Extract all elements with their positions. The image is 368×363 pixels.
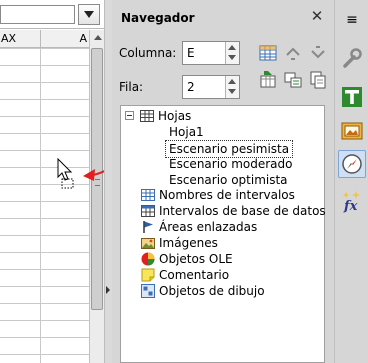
comment-icon (141, 268, 155, 282)
formula-input[interactable] (0, 5, 75, 24)
styles-icon[interactable] (339, 84, 365, 110)
column-header-bar: AX A (0, 30, 89, 48)
panel-title: Navegador (121, 11, 195, 25)
column-label: Columna: (119, 46, 177, 60)
chevron-down-icon[interactable] (228, 89, 236, 94)
close-icon[interactable]: ✕ (309, 8, 325, 24)
row-field[interactable]: 2 (182, 75, 240, 99)
divider (0, 28, 104, 29)
chevron-down-icon[interactable] (228, 55, 236, 60)
tree-category-label[interactable]: Intervalos de base de datos (159, 203, 326, 219)
column-field[interactable]: E (182, 41, 240, 65)
insert-link-icon[interactable] (258, 70, 278, 90)
tree-category-label[interactable]: Nombres de intervalos (159, 187, 295, 203)
documents-icon[interactable] (308, 70, 328, 90)
formula-expand-button[interactable] (78, 4, 100, 25)
tree-item-sheet[interactable]: Escenario optimista (169, 172, 288, 188)
tree-category-label[interactable]: Comentario (159, 267, 229, 283)
drawing-objects-icon (141, 284, 155, 298)
tree-item-sheet[interactable]: Escenario moderado (169, 156, 292, 172)
row-value: 2 (187, 80, 195, 94)
tree-category-label[interactable]: Imágenes (159, 235, 218, 251)
tree-category-label[interactable]: Objetos OLE (159, 251, 233, 267)
arrow-down-icon[interactable] (308, 43, 328, 63)
column-header-ax[interactable]: AX (0, 30, 41, 47)
collapse-arrow-icon[interactable] (106, 286, 110, 294)
ole-objects-icon (141, 252, 155, 266)
images-icon (141, 238, 155, 249)
sidebar-menu-icon[interactable]: ≡ (339, 10, 365, 36)
tree-root-label[interactable]: Hojas (158, 108, 191, 124)
column-value: E (187, 46, 195, 60)
named-ranges-icon (141, 189, 155, 201)
tree-category-label[interactable]: Áreas enlazadas (159, 219, 257, 235)
row-stepper[interactable] (225, 76, 239, 98)
linked-areas-icon (143, 221, 153, 233)
chevron-down-icon (84, 11, 94, 18)
row-label: Fila: (119, 80, 144, 94)
functions-icon[interactable]: fx (339, 188, 365, 214)
chevron-up-icon (94, 35, 102, 40)
sidebar-tabbar: ≡ fx (334, 0, 368, 363)
panel-splitter[interactable] (104, 0, 112, 363)
drag-mode-icon[interactable] (283, 70, 303, 90)
database-ranges-icon (141, 205, 155, 217)
chevron-up-icon[interactable] (228, 79, 236, 84)
column-header-next[interactable]: A (41, 30, 89, 47)
properties-wrench-icon[interactable] (339, 46, 365, 72)
scroll-up-button[interactable] (91, 30, 104, 45)
cell-grid[interactable] (0, 48, 89, 363)
navigator-panel: Navegador ✕ Columna: E Fila: 2 Hojas Hoj… (112, 0, 334, 363)
column-stepper[interactable] (225, 42, 239, 64)
chevron-up-icon[interactable] (228, 45, 236, 50)
navigator-tree[interactable]: Hojas Hoja1 Escenario pesimista Escenari… (120, 105, 326, 363)
svg-text:fx: fx (343, 199, 358, 214)
tree-item-sheet[interactable]: Hoja1 (169, 124, 204, 140)
toggle-table-icon[interactable] (258, 43, 278, 63)
arrow-up-icon[interactable] (283, 43, 303, 63)
vertical-scrollbar[interactable] (89, 30, 104, 363)
navigator-tab-active[interactable] (338, 150, 366, 178)
collapse-icon[interactable] (125, 111, 134, 120)
sheets-icon (140, 110, 154, 122)
navigator-icon (342, 154, 362, 174)
gallery-icon[interactable] (339, 118, 365, 144)
tree-category-label[interactable]: Objetos de dibujo (159, 283, 265, 299)
